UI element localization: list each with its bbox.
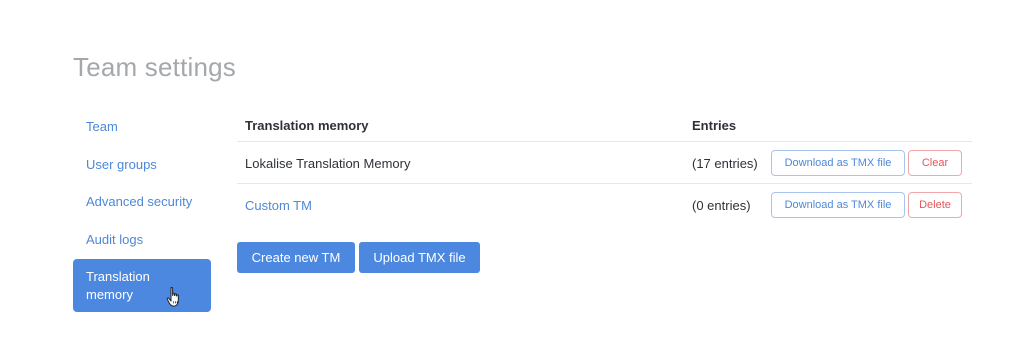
header-translation-memory: Translation memory — [245, 118, 369, 133]
sidebar-item-team[interactable]: Team — [73, 108, 211, 146]
sidebar-item-label: Translation memory — [86, 269, 150, 302]
table-row: Lokalise Translation Memory (17 entries)… — [237, 142, 972, 184]
header-entries: Entries — [692, 118, 737, 133]
download-tmx-button[interactable]: Download as TMX file — [771, 150, 905, 176]
tm-name-link[interactable]: Custom TM — [245, 198, 312, 213]
sidebar-item-audit-logs[interactable]: Audit logs — [73, 221, 211, 259]
table-header: Translation memory Entries — [237, 108, 972, 142]
sidebar-item-translation-memory[interactable]: Translation memory — [73, 259, 211, 312]
download-tmx-button[interactable]: Download as TMX file — [771, 192, 905, 218]
tm-table: Translation memory Entries Lokalise Tran… — [237, 108, 972, 226]
tm-entries-count: (0 entries) — [692, 198, 751, 213]
page-title: Team settings — [73, 52, 237, 82]
team-settings-page: Team settings Team User groups Advanced … — [0, 0, 1024, 362]
sidebar-item-user-groups[interactable]: User groups — [73, 146, 211, 184]
table-row: Custom TM (0 entries) Download as TMX fi… — [237, 184, 972, 226]
tm-entries-count: (17 entries) — [692, 156, 758, 171]
settings-sidebar: Team User groups Advanced security Audit… — [73, 108, 211, 312]
upload-tmx-button[interactable]: Upload TMX file — [359, 242, 480, 273]
tm-name: Lokalise Translation Memory — [245, 156, 411, 171]
hand-pointer-icon — [166, 287, 179, 307]
sidebar-item-advanced-security[interactable]: Advanced security — [73, 183, 211, 221]
clear-button[interactable]: Clear — [908, 150, 962, 176]
delete-button[interactable]: Delete — [908, 192, 962, 218]
create-new-tm-button[interactable]: Create new TM — [237, 242, 355, 273]
